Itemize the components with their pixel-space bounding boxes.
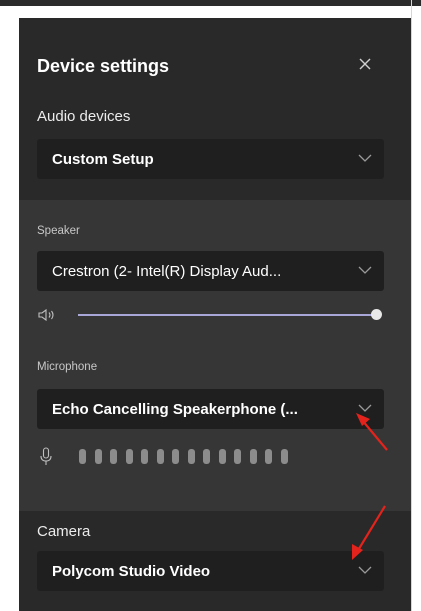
chevron-down-icon bbox=[358, 566, 372, 574]
audio-devices-label: Audio devices bbox=[37, 108, 131, 125]
speaker-volume-icon bbox=[38, 308, 54, 322]
mic-level-bar bbox=[94, 449, 102, 464]
mic-level-bar bbox=[156, 449, 164, 464]
chevron-down-icon bbox=[358, 154, 372, 162]
mic-level-bar bbox=[203, 449, 210, 464]
camera-label: Camera bbox=[37, 523, 91, 540]
microphone-dropdown[interactable]: Echo Cancelling Speakerphone (... bbox=[37, 389, 384, 429]
mic-level-bar bbox=[125, 449, 133, 464]
mic-level-bar bbox=[110, 449, 117, 464]
mic-level-bar bbox=[218, 449, 226, 464]
speaker-value: Crestron (2- Intel(R) Display Aud... bbox=[52, 263, 282, 280]
mic-level-bar bbox=[141, 449, 148, 464]
speaker-volume-thumb[interactable] bbox=[371, 309, 382, 320]
chevron-down-icon bbox=[358, 266, 372, 274]
mic-level-bar bbox=[187, 449, 195, 464]
mic-level-bar bbox=[234, 449, 241, 464]
panel-title: Device settings bbox=[37, 56, 170, 76]
speaker-dropdown[interactable]: Crestron (2- Intel(R) Display Aud... bbox=[37, 251, 384, 291]
chevron-down-icon bbox=[358, 404, 372, 412]
speaker-volume-row bbox=[37, 305, 384, 325]
mic-level-bar bbox=[79, 449, 86, 464]
page-edge-divider bbox=[411, 0, 412, 611]
microphone-value: Echo Cancelling Speakerphone (... bbox=[52, 401, 298, 418]
camera-value: Polycom Studio Video bbox=[52, 563, 211, 580]
mic-level-bar bbox=[249, 449, 257, 464]
speaker-volume-fill bbox=[78, 314, 376, 316]
speaker-label: Speaker bbox=[37, 225, 80, 237]
speaker-volume-slider[interactable] bbox=[78, 314, 376, 316]
mic-level-bar bbox=[172, 449, 179, 464]
mic-level-bar bbox=[280, 449, 288, 464]
microphone-level-row bbox=[37, 445, 384, 469]
top-bar bbox=[0, 0, 421, 6]
audio-devices-value: Custom Setup bbox=[52, 151, 154, 168]
device-settings-panel: Device settings Audio devices Custom Set… bbox=[19, 18, 411, 611]
close-icon[interactable] bbox=[353, 52, 377, 76]
audio-devices-dropdown[interactable]: Custom Setup bbox=[37, 139, 384, 179]
microphone-icon bbox=[40, 447, 52, 465]
camera-dropdown[interactable]: Polycom Studio Video bbox=[37, 551, 384, 591]
microphone-label: Microphone bbox=[37, 361, 98, 373]
mic-level-bar bbox=[265, 449, 272, 464]
